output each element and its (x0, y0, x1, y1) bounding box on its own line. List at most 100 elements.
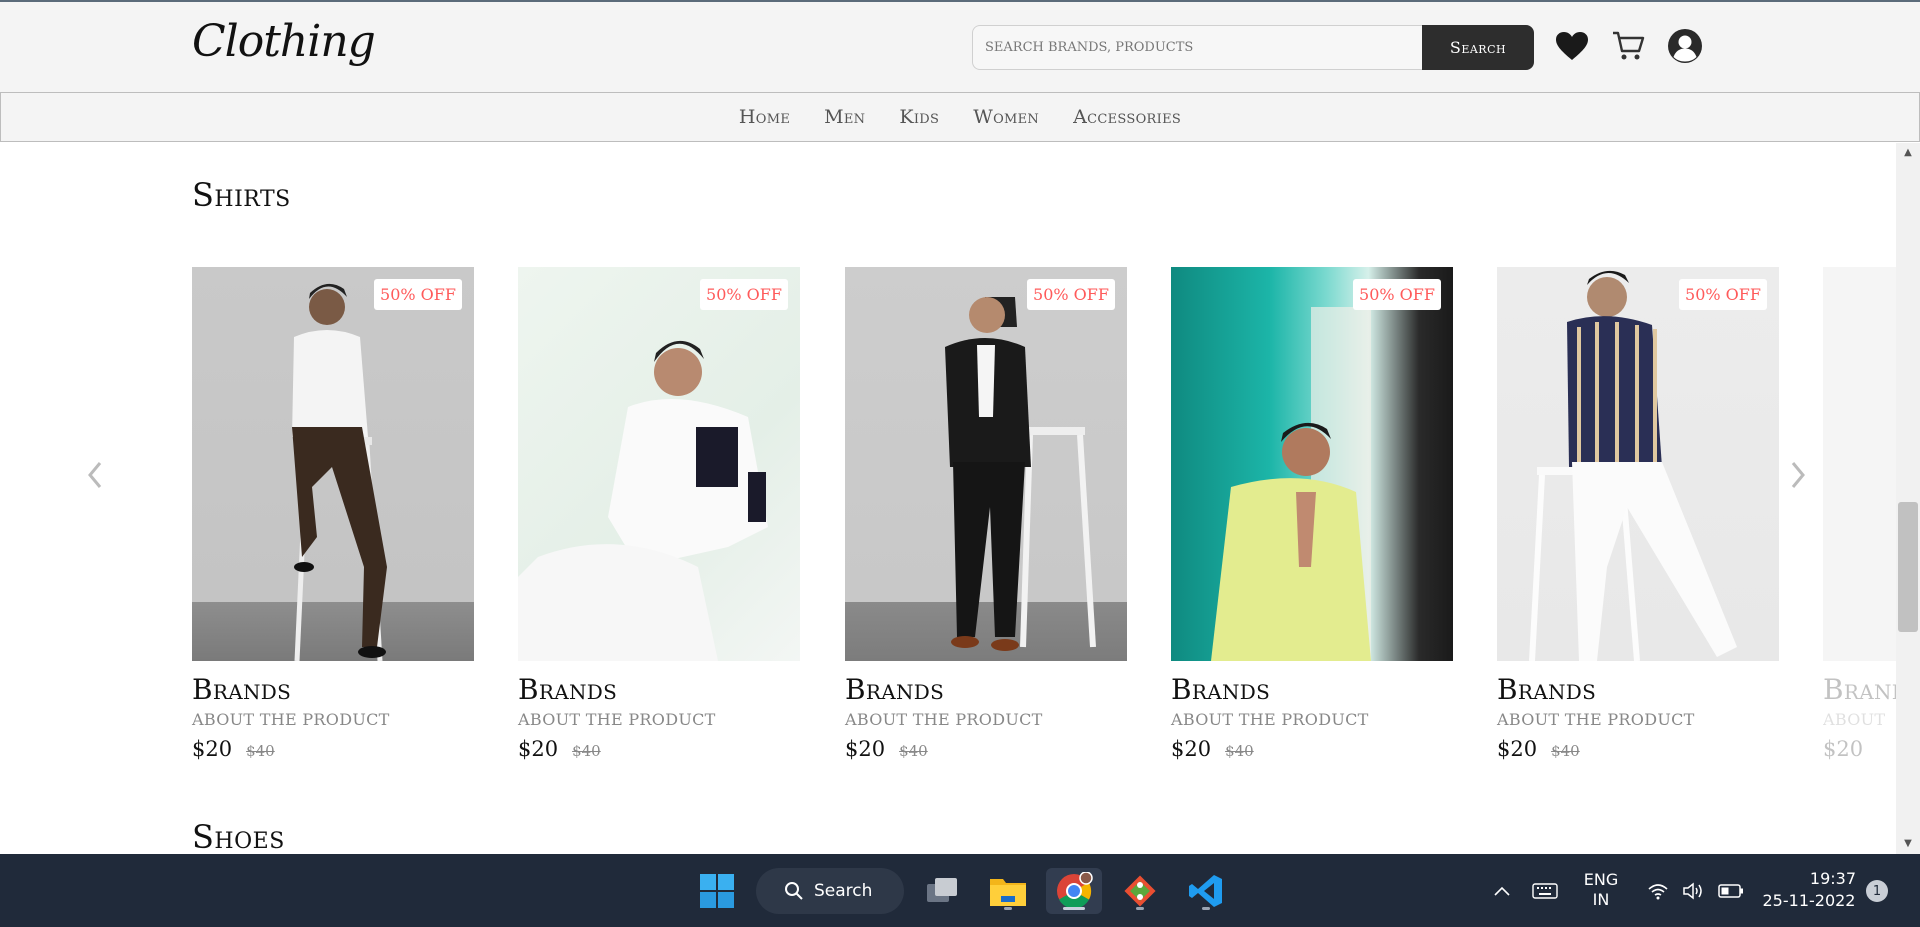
nav-accessories[interactable]: Accessories (1073, 106, 1181, 128)
product-image[interactable]: 50% OFF (192, 267, 474, 661)
git-icon (1124, 875, 1156, 907)
product-description: ABOUT THE PRODUCT (192, 710, 390, 729)
taskbar-search-label: Search (814, 881, 873, 901)
product-card[interactable]: 50% OFF Brands ABOUT THE PRODUCT $20 $40 (518, 267, 800, 761)
touch-keyboard-button[interactable] (1530, 868, 1560, 914)
product-image[interactable]: 50% OFF (1171, 267, 1453, 661)
notification-badge[interactable]: 1 (1866, 880, 1888, 902)
discount-badge: 50% OFF (374, 279, 462, 310)
product-brand[interactable]: Brands (518, 673, 800, 706)
chevron-right-icon (1791, 462, 1805, 488)
running-indicator (1136, 907, 1144, 910)
main-nav: Home Men Kids Women Accessories (0, 92, 1920, 142)
git-button[interactable] (1114, 868, 1166, 914)
page-scrollbar[interactable] (1896, 143, 1920, 854)
nav-kids[interactable]: Kids (899, 106, 939, 128)
clock-date: 25-11-2022 (1762, 891, 1856, 910)
windows-start-icon (700, 874, 734, 908)
product-brand[interactable]: Brands (1171, 673, 1453, 706)
product-brand[interactable]: Brands (1497, 673, 1779, 706)
region-code: IN (1592, 890, 1610, 909)
cart-icon (1613, 31, 1645, 60)
clock-time: 19:37 (1809, 869, 1856, 888)
product-brand[interactable]: Brands (845, 673, 1127, 706)
product-card[interactable]: 50% OFF Brands ABOUT THE PRODUCT $20 $40 (192, 267, 474, 761)
product-price: $20 (192, 737, 233, 761)
site-header: Clothing Search (0, 2, 1920, 92)
product-old-price: $40 (899, 742, 928, 760)
nav-men[interactable]: Men (824, 106, 865, 128)
show-hidden-icons-button[interactable] (1490, 868, 1514, 914)
product-image[interactable] (1823, 267, 1896, 661)
product-description: ABOUT (1823, 710, 1886, 729)
start-button[interactable] (692, 868, 742, 914)
carousel-prev-button[interactable] (80, 455, 110, 495)
vscode-icon (1189, 875, 1222, 907)
product-brand[interactable]: Brands (192, 673, 474, 706)
product-card[interactable]: Brands ABOUT $20 (1823, 267, 1896, 761)
product-image[interactable]: 50% OFF (1497, 267, 1779, 661)
site-logo[interactable]: Clothing (192, 16, 376, 67)
product-card[interactable]: 50% OFF Brands ABOUT THE PRODUCT $20 $40 (845, 267, 1127, 761)
nav-women[interactable]: Women (973, 106, 1039, 128)
network-button[interactable] (1644, 868, 1672, 914)
discount-badge: 50% OFF (1353, 279, 1441, 310)
discount-badge: 50% OFF (1027, 279, 1115, 310)
clock[interactable]: 19:37 25-11-2022 (1762, 868, 1857, 912)
running-indicator (1004, 907, 1012, 910)
taskbar-search[interactable]: Search (756, 868, 904, 914)
battery-button[interactable] (1716, 868, 1746, 914)
chrome-button[interactable] (1046, 868, 1102, 914)
scroll-up-arrow[interactable]: ▲ (1901, 147, 1915, 161)
discount-badge: 50% OFF (1679, 279, 1767, 310)
product-old-price: $40 (572, 742, 601, 760)
product-description: ABOUT THE PRODUCT (845, 710, 1043, 729)
user-icon (1668, 29, 1702, 63)
product-price: $20 (1171, 737, 1212, 761)
scrollbar-thumb[interactable] (1898, 502, 1918, 632)
keyboard-icon (1532, 883, 1558, 899)
carousel-next-button[interactable] (1783, 455, 1813, 495)
running-indicator (1202, 907, 1210, 910)
product-price: $20 (1823, 737, 1864, 761)
battery-icon (1718, 884, 1743, 898)
product-image[interactable]: 50% OFF (845, 267, 1127, 661)
section-title-shirts: Shirts (192, 176, 291, 214)
wishlist-button[interactable] (1554, 28, 1590, 64)
file-explorer-icon (990, 879, 1026, 906)
product-card[interactable]: 50% OFF Brands ABOUT THE PRODUCT $20 $40 (1497, 267, 1779, 761)
language-code: ENG (1583, 870, 1619, 889)
chevron-left-icon (88, 462, 102, 488)
product-old-price: $40 (1225, 742, 1254, 760)
search-icon (785, 882, 803, 900)
heart-icon (1556, 32, 1588, 60)
volume-button[interactable] (1680, 868, 1708, 914)
wifi-icon (1648, 884, 1668, 900)
product-price: $20 (845, 737, 886, 761)
account-button[interactable] (1667, 28, 1703, 64)
product-brand[interactable]: Brands (1823, 673, 1896, 706)
chevron-up-icon (1494, 886, 1510, 896)
volume-icon (1683, 882, 1702, 900)
search-input[interactable] (972, 25, 1424, 70)
product-price: $20 (1497, 737, 1538, 761)
product-old-price: $40 (1551, 742, 1580, 760)
nav-home[interactable]: Home (739, 106, 790, 128)
section-title-shoes: Shoes (192, 818, 285, 856)
product-price: $20 (518, 737, 559, 761)
file-explorer-button[interactable] (982, 868, 1034, 914)
chrome-icon (1057, 872, 1093, 909)
active-indicator (1063, 907, 1085, 910)
vscode-button[interactable] (1180, 868, 1232, 914)
windows-taskbar: Search ENG IN 19:37 25-11-2022 1 (0, 854, 1920, 927)
product-description: ABOUT THE PRODUCT (1171, 710, 1369, 729)
product-card[interactable]: 50% OFF Brands ABOUT THE PRODUCT $20 $40 (1171, 267, 1453, 761)
task-view-button[interactable] (916, 868, 966, 914)
cart-button[interactable] (1610, 28, 1646, 64)
product-old-price: $40 (246, 742, 275, 760)
product-description: ABOUT THE PRODUCT (518, 710, 716, 729)
search-button[interactable]: Search (1422, 25, 1534, 70)
product-image[interactable]: 50% OFF (518, 267, 800, 661)
language-indicator[interactable]: ENG IN (1576, 870, 1626, 910)
scroll-down-arrow[interactable]: ▼ (1901, 838, 1915, 852)
